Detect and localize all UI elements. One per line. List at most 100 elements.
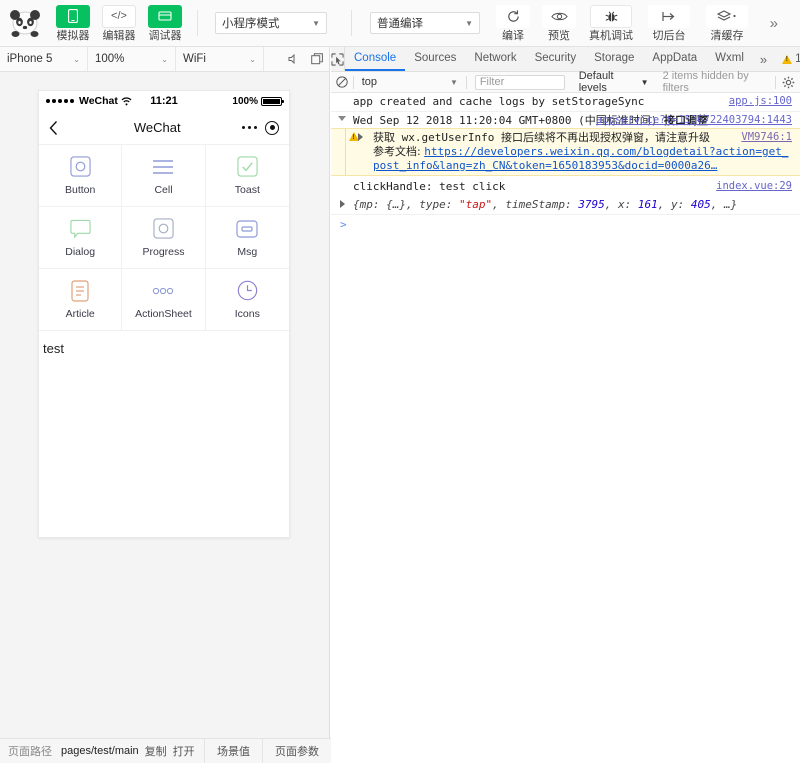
compile-mode-select[interactable]: 普通编译 ▼ [370, 12, 480, 34]
grid-item-progress[interactable]: Progress [122, 207, 206, 269]
tabs-overflow-button[interactable]: » [753, 47, 774, 71]
console-context-select[interactable]: top ▼ [354, 76, 466, 88]
toolbar-editor-button[interactable]: </> 编辑器 [96, 1, 142, 42]
chevron-down-icon: ▼ [640, 77, 649, 87]
toolbar-background-button[interactable]: 切后台 [640, 1, 698, 42]
grid-item-dialog[interactable]: Dialog [39, 207, 123, 269]
warn-prefix: 获取 [373, 131, 395, 144]
warn-doc-url[interactable]: https://developers.weixin.qq.com/blogdet… [373, 145, 788, 172]
tab-console[interactable]: Console [345, 47, 406, 71]
console-message-source[interactable]: app.js:100 [729, 95, 792, 107]
console-filter-input[interactable]: Filter [474, 74, 565, 90]
console-message-log[interactable]: clickHandle: test click index.vue:29 [331, 176, 800, 196]
target-circle-icon[interactable] [265, 120, 279, 135]
clear-console-icon[interactable] [331, 76, 353, 88]
tab-storage-label: Storage [594, 52, 635, 64]
console-message-log[interactable]: app created and cache logs by setStorage… [331, 93, 800, 112]
grid-item-label: Progress [142, 245, 185, 258]
tab-security[interactable]: Security [526, 47, 586, 71]
tab-sources-label: Sources [414, 52, 457, 64]
obj-value-x: 161 [637, 198, 658, 211]
chevron-right-icon[interactable] [340, 200, 345, 208]
console-message-warning[interactable]: 获取 wx.getUserInfo 接口后续将不再出现授权弹窗，请注意升级参考文… [331, 128, 800, 176]
grid-item-toast[interactable]: Toast [205, 145, 289, 207]
grid-item-button[interactable]: Button [39, 145, 123, 207]
grid-item-icons[interactable]: Icons [205, 269, 289, 331]
console-message-group[interactable]: Wed Sep 12 2018 11:20:04 GMT+0800 (中国标准时… [331, 112, 800, 128]
message-card-icon [236, 218, 258, 240]
toolbar-debugger-button[interactable]: 调试器 [142, 1, 188, 42]
toolbar-background-label: 切后台 [652, 29, 686, 42]
chevron-down-icon: ▼ [449, 77, 458, 87]
tab-sources[interactable]: Sources [405, 47, 465, 71]
toolbar-overflow-button[interactable]: » [770, 15, 778, 32]
console-output[interactable]: app created and cache logs by setStorage… [331, 93, 800, 763]
page-params-button[interactable]: 页面参数 [262, 739, 331, 763]
inspect-element-icon[interactable] [331, 47, 345, 71]
toolbar-preview-button[interactable]: 预览 [536, 1, 582, 42]
grid-item-cell[interactable]: Cell [122, 145, 206, 207]
console-message-source[interactable]: VM9746:1 [741, 131, 792, 143]
phone-simulator[interactable]: WeChat 11:21 100% WeChat Button Cell Toa… [38, 90, 290, 538]
chevron-down-icon: ⌄ [73, 54, 80, 64]
chevron-down-icon: ⌄ [249, 54, 256, 64]
toolbar-divider-2 [351, 10, 352, 36]
warn-body: 接口后续将不再出现授权弹窗，请注意升级 [500, 131, 710, 144]
simulator-status-footer: 页面路径 pages/test/main 复制 打开 场景值 页面参数 [0, 738, 331, 763]
console-message-object[interactable]: {mp: {…}, type: "tap", timeStamp: 3795, … [331, 196, 800, 215]
project-mode-select[interactable]: 小程序模式 ▼ [215, 12, 327, 34]
refresh-icon [496, 4, 530, 28]
toolbar-simulator-button[interactable]: 模拟器 [50, 1, 96, 42]
chevron-down-icon: ▼ [465, 18, 473, 28]
tab-storage[interactable]: Storage [585, 47, 643, 71]
zoom-select[interactable]: 100% ⌄ [88, 47, 176, 71]
detach-window-icon[interactable] [306, 47, 329, 71]
status-bar-left: WeChat [46, 95, 150, 107]
console-levels-select[interactable]: Default levels ▼ [573, 70, 655, 94]
toolbar-remote-debug-button[interactable]: 真机调试 [582, 1, 640, 42]
obj-mp-value: {…} [386, 198, 406, 211]
network-select-value: WiFi [183, 53, 206, 65]
scene-value-button[interactable]: 场景值 [204, 739, 262, 763]
copy-path-button[interactable]: 复制 [139, 743, 167, 759]
network-select[interactable]: WiFi ⌄ [176, 47, 264, 71]
grid-item-msg[interactable]: Msg [205, 207, 289, 269]
toolbar-clear-cache-button[interactable]: 清缓存 [698, 1, 756, 42]
component-grid: Button Cell Toast Dialog Progress Msg Ar… [39, 145, 289, 331]
chevron-right-icon[interactable] [358, 133, 363, 141]
gear-icon[interactable] [776, 76, 800, 89]
grid-item-label: Icons [234, 307, 260, 320]
layers-icon [706, 4, 748, 28]
warning-count-badge[interactable]: 1 [774, 47, 800, 71]
toolbar-compile-button[interactable]: 编译 [490, 1, 536, 42]
console-message-source[interactable]: index.vue:29 [716, 180, 792, 192]
simulator-pane: iPhone 5 ⌄ 100% ⌄ WiFi ⌄ WeChat 11:21 10… [0, 47, 330, 738]
speaker-mute-icon[interactable] [283, 47, 306, 71]
console-message-source[interactable]: appservice?t=1536722403794:1443 [596, 114, 792, 126]
battery-percent: 100% [232, 95, 258, 107]
device-select[interactable]: iPhone 5 ⌄ [0, 47, 88, 71]
open-path-button[interactable]: 打开 [167, 743, 195, 759]
toolbar-action-buttons: 编译 预览 真机调试 切后台 清缓存 [490, 1, 756, 46]
tab-network[interactable]: Network [465, 47, 525, 71]
clock-icon [237, 280, 258, 302]
tab-network-label: Network [474, 52, 517, 64]
console-prompt[interactable]: > [331, 215, 800, 231]
chevron-down-icon: ⌄ [161, 54, 168, 64]
group-indent-bar [345, 129, 346, 175]
grid-item-actionsheet[interactable]: ActionSheet [122, 269, 206, 331]
tab-appdata[interactable]: AppData [643, 47, 706, 71]
back-chevron-icon[interactable] [49, 120, 73, 136]
prompt-chevron-icon: > [340, 218, 347, 231]
more-dots-icon[interactable] [241, 125, 257, 130]
obj-key-y: , y: [657, 198, 691, 211]
console-message-text: 获取 wx.getUserInfo 接口后续将不再出现授权弹窗，请注意升级 参考文… [365, 131, 792, 173]
status-bar-right: 100% [178, 95, 284, 107]
chevron-down-icon[interactable] [338, 116, 346, 121]
obj-key-type: , type: [406, 198, 459, 211]
grid-item-article[interactable]: Article [39, 269, 123, 331]
wifi-icon [121, 96, 132, 106]
console-message-text: app created and cache logs by setStorage… [353, 95, 645, 108]
tab-wxml[interactable]: Wxml [706, 47, 753, 71]
chevron-down-icon: ▼ [312, 18, 320, 28]
